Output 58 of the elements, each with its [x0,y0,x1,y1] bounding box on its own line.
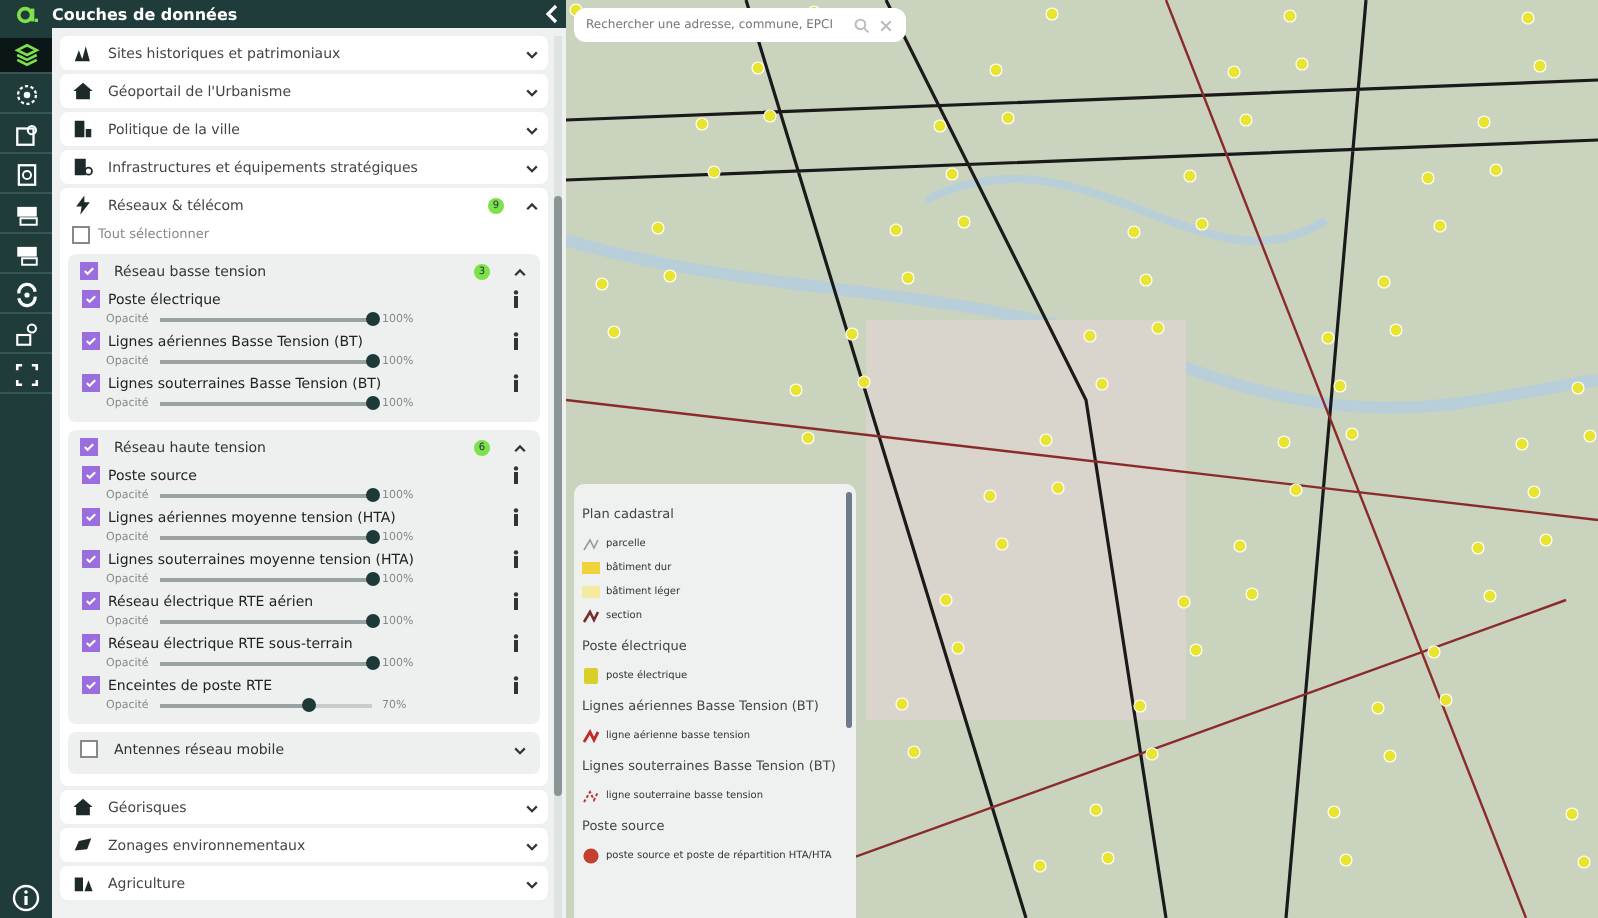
collapse-icon[interactable] [544,4,560,24]
checkbox[interactable] [82,466,100,484]
slider-thumb[interactable] [365,572,379,586]
rail-icon[interactable] [0,358,52,394]
checkbox[interactable] [82,676,100,694]
info-icon[interactable] [510,374,522,392]
slider-thumb[interactable] [365,488,379,502]
slider-thumb[interactable] [365,530,379,544]
checkbox[interactable] [82,550,100,568]
slider-thumb[interactable] [365,396,379,410]
chevron-icon[interactable] [512,263,528,279]
panel-title: Couches de données [52,5,240,23]
slider-thumb[interactable] [365,312,379,326]
checkbox[interactable] [82,332,100,350]
checkbox[interactable] [72,225,90,243]
info-icon[interactable] [510,592,522,610]
checkbox[interactable] [80,438,98,456]
category-icon [72,42,94,64]
scrollbar-thumb[interactable] [846,492,852,728]
checkbox[interactable] [82,634,100,652]
legend-symbol-icon [582,667,600,683]
info-icon[interactable] [510,466,522,484]
slider-thumb[interactable] [365,656,379,670]
info-icon[interactable] [510,550,522,568]
category-icon [72,156,94,178]
checkbox[interactable] [82,290,100,308]
category-icon [72,194,94,216]
map-drawing[interactable] [566,0,1598,918]
scrollbar-thumb[interactable] [554,196,562,796]
rail-icon[interactable] [0,278,52,314]
category-icon [72,796,94,818]
logo-icon [15,3,37,25]
info-icon[interactable] [510,634,522,652]
legend-symbol-icon [582,847,600,863]
chevron-icon[interactable] [512,439,528,455]
category-icon [72,872,94,894]
slider-thumb[interactable] [301,698,316,712]
rail-icon[interactable] [0,158,52,194]
info-icon[interactable] [510,676,522,694]
checkbox[interactable] [80,740,98,758]
layers-icon[interactable] [0,38,52,74]
category-icon [72,118,94,140]
info-icon[interactable] [510,508,522,526]
legend-symbol-icon [582,727,600,743]
info-icon[interactable] [510,332,522,350]
rail-icon[interactable] [0,318,52,354]
slider-thumb[interactable] [365,354,379,368]
chevron-icon[interactable] [524,197,540,213]
slider-thumb[interactable] [365,614,379,628]
checkbox[interactable] [82,374,100,392]
category-icon [72,834,94,856]
checkbox[interactable] [80,262,98,280]
info-icon[interactable] [12,884,40,912]
info-icon[interactable] [510,290,522,308]
checkbox[interactable] [82,508,100,526]
legend-symbol-icon [582,787,600,803]
checkbox[interactable] [82,592,100,610]
category-icon [72,80,94,102]
